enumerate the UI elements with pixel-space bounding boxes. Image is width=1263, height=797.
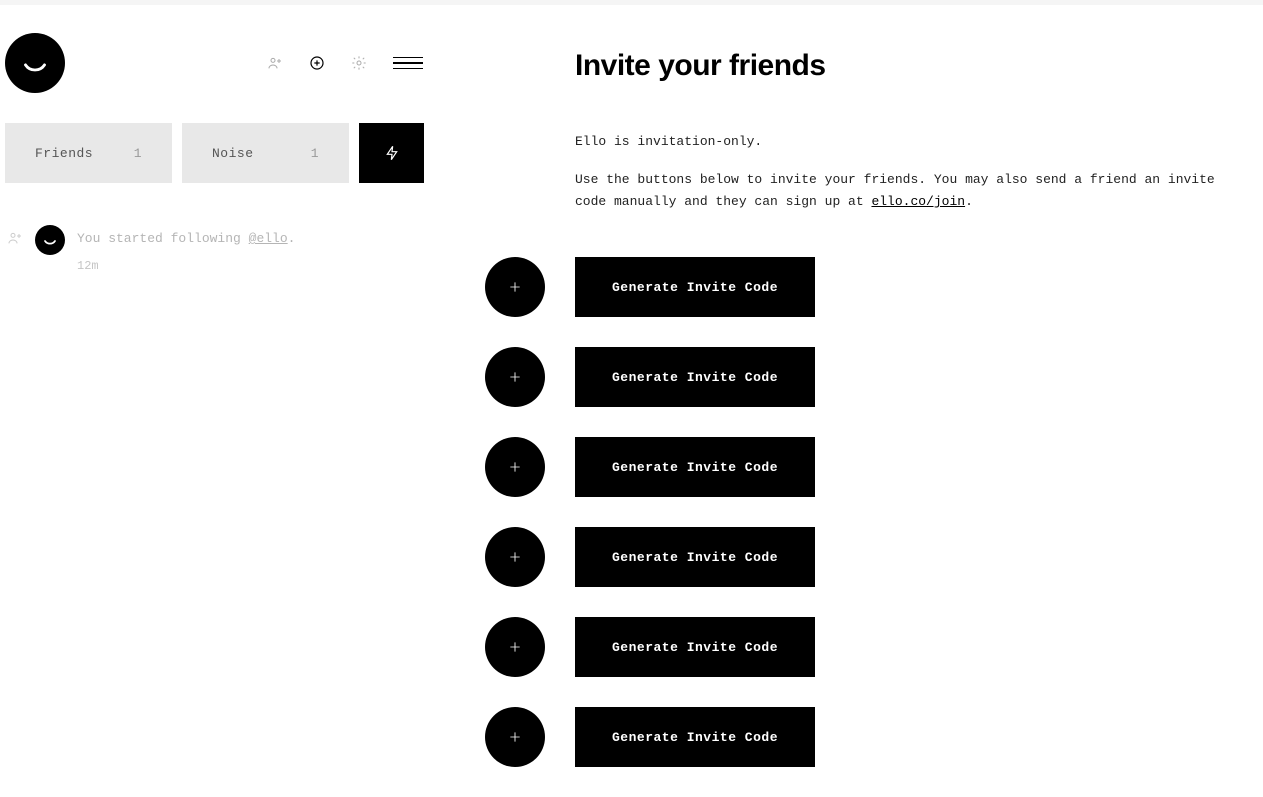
- invite-plus-circle[interactable]: [485, 527, 545, 587]
- feed-item: You started following @ello. 12m: [5, 225, 430, 273]
- tab-label: Friends: [35, 146, 93, 161]
- page-title: Invite your friends: [575, 49, 1223, 83]
- nav-icons: [267, 55, 425, 71]
- add-user-icon[interactable]: [267, 55, 283, 71]
- menu-icon[interactable]: [393, 57, 423, 70]
- intro-p2: Use the buttons below to invite your fri…: [575, 169, 1215, 213]
- add-user-icon: [7, 230, 23, 251]
- invite-row: Generate Invite Code: [485, 347, 1223, 407]
- invite-plus-circle[interactable]: [485, 257, 545, 317]
- tab-bolt[interactable]: [359, 123, 424, 183]
- plus-icon: [507, 729, 523, 745]
- invite-row: Generate Invite Code: [485, 707, 1223, 767]
- generate-invite-button[interactable]: Generate Invite Code: [575, 617, 815, 677]
- tabs: Friends 1 Noise 1: [5, 123, 430, 183]
- tab-count: 1: [134, 146, 142, 161]
- feed-time: 12m: [77, 259, 295, 273]
- smile-icon: [40, 230, 60, 250]
- tab-noise[interactable]: Noise 1: [182, 123, 349, 183]
- plus-icon: [507, 279, 523, 295]
- invite-plus-circle[interactable]: [485, 707, 545, 767]
- intro-p2-suffix: .: [965, 194, 973, 209]
- left-column: Friends 1 Noise 1: [0, 5, 430, 797]
- join-link[interactable]: ello.co/join: [871, 194, 965, 209]
- generate-invite-button[interactable]: Generate Invite Code: [575, 437, 815, 497]
- tab-count: 1: [311, 146, 319, 161]
- feed-text: You started following @ello.: [77, 225, 295, 249]
- plus-icon: [507, 459, 523, 475]
- generate-invite-button[interactable]: Generate Invite Code: [575, 707, 815, 767]
- invite-plus-circle[interactable]: [485, 347, 545, 407]
- plus-circle-icon[interactable]: [309, 55, 325, 71]
- smile-icon: [16, 44, 54, 82]
- invite-row: Generate Invite Code: [485, 257, 1223, 317]
- generate-invite-button[interactable]: Generate Invite Code: [575, 527, 815, 587]
- ello-logo[interactable]: [5, 33, 65, 93]
- generate-invite-button[interactable]: Generate Invite Code: [575, 257, 815, 317]
- tab-friends[interactable]: Friends 1: [5, 123, 172, 183]
- generate-invite-button[interactable]: Generate Invite Code: [575, 347, 815, 407]
- plus-icon: [507, 639, 523, 655]
- invite-plus-circle[interactable]: [485, 437, 545, 497]
- avatar[interactable]: [35, 225, 65, 255]
- plus-icon: [507, 369, 523, 385]
- intro-p1: Ello is invitation-only.: [575, 131, 1215, 153]
- plus-icon: [507, 549, 523, 565]
- gear-icon[interactable]: [351, 55, 367, 71]
- invite-list: Generate Invite Code Generate Invite Code…: [575, 257, 1223, 767]
- invite-row: Generate Invite Code: [485, 527, 1223, 587]
- bolt-icon: [384, 143, 400, 163]
- invite-row: Generate Invite Code: [485, 617, 1223, 677]
- feed-user-link[interactable]: @ello: [249, 231, 288, 246]
- tab-label: Noise: [212, 146, 254, 161]
- right-column: Invite your friends Ello is invitation-o…: [430, 5, 1263, 797]
- invite-plus-circle[interactable]: [485, 617, 545, 677]
- feed-prefix: You started following: [77, 231, 249, 246]
- feed-suffix: .: [288, 231, 296, 246]
- invite-row: Generate Invite Code: [485, 437, 1223, 497]
